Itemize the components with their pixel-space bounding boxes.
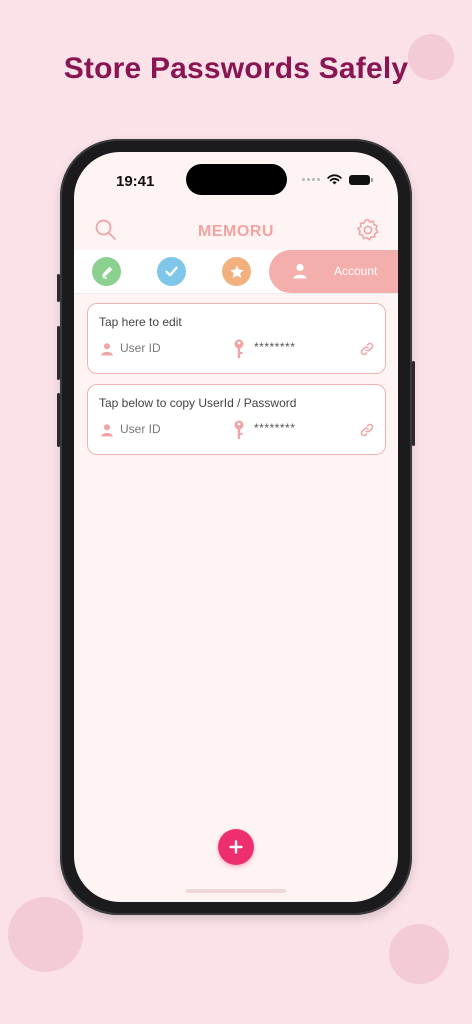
tab-account[interactable]: Account [269, 250, 398, 293]
wifi-icon [327, 174, 342, 185]
phone-frame: 19:41 MEMORU Account Tap here to edit Us… [57, 139, 415, 915]
decor-circle-bottom-left [8, 897, 83, 972]
phone-volume-down [57, 393, 60, 447]
battery-icon [349, 174, 373, 185]
password-mask[interactable]: ******** [254, 340, 295, 354]
tab-completed[interactable] [157, 257, 186, 286]
phone-power-button [412, 361, 415, 446]
key-icon [234, 420, 244, 439]
add-account-button[interactable] [218, 829, 254, 865]
app-header: MEMORU [74, 210, 398, 250]
person-icon [293, 263, 307, 279]
key-icon [234, 339, 244, 358]
user-id-label[interactable]: User ID [120, 422, 161, 436]
promo-headline: Store Passwords Safely [63, 52, 409, 85]
link-icon[interactable] [359, 422, 375, 438]
password-mask[interactable]: ******** [254, 421, 295, 435]
account-card[interactable]: Tap below to copy UserId / Password User… [87, 384, 386, 455]
account-card[interactable]: Tap here to edit User ID ******** [87, 303, 386, 374]
status-indicators [302, 174, 373, 185]
check-icon [165, 266, 178, 277]
pen-icon [101, 266, 112, 278]
tab-account-label: Account [334, 264, 378, 278]
user-icon [101, 424, 113, 437]
card-title: Tap below to copy UserId / Password [99, 396, 297, 410]
user-icon [101, 343, 113, 356]
status-time: 19:41 [116, 173, 155, 190]
phone-screen: 19:41 MEMORU Account Tap here to edit Us… [74, 152, 398, 902]
app-title: MEMORU [198, 223, 274, 240]
user-id-label[interactable]: User ID [120, 341, 161, 355]
gear-icon[interactable] [354, 216, 382, 244]
plus-icon [229, 840, 243, 854]
home-indicator [186, 889, 286, 893]
phone-action-button [57, 274, 60, 302]
link-icon[interactable] [359, 341, 375, 357]
tab-favorites[interactable] [222, 257, 251, 286]
card-title: Tap here to edit [99, 315, 182, 329]
star-icon [229, 264, 244, 278]
decor-circle-bottom-right [389, 924, 449, 984]
tab-notes[interactable] [92, 257, 121, 286]
signal-icon [302, 178, 320, 181]
category-tabs: Account [74, 250, 398, 294]
dynamic-island [186, 164, 287, 195]
phone-volume-up [57, 326, 60, 380]
